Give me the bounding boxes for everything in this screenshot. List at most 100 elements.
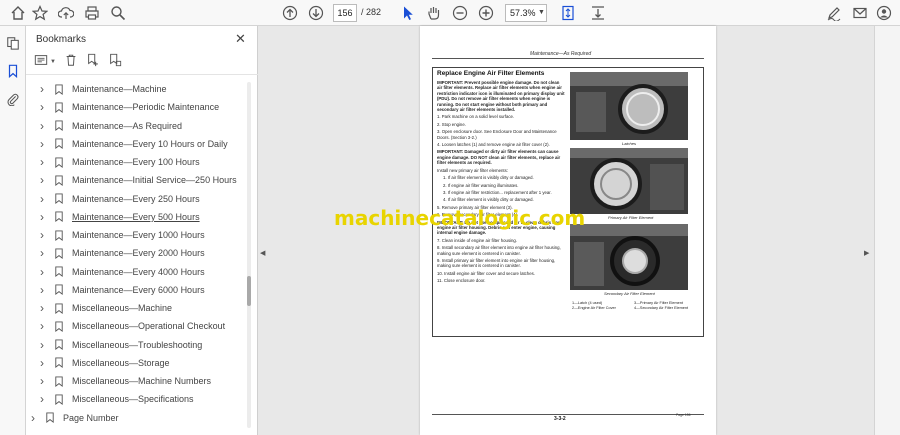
page-thumbnails-icon[interactable] (4, 34, 22, 52)
attachment-icon[interactable] (4, 90, 22, 108)
bookmark-icon[interactable] (4, 62, 22, 80)
search-icon[interactable] (108, 3, 128, 23)
footer-right: Page 156 (676, 413, 691, 417)
options-menu-icon[interactable] (34, 53, 48, 72)
bookmark-label[interactable]: Miscellaneous—Machine Numbers (72, 376, 211, 386)
procedure-step: 8. Install secondary air filter element … (437, 245, 561, 256)
chevron-right-icon[interactable]: › (40, 173, 50, 187)
procedure-step: 11. Close enclosure door. (437, 278, 486, 284)
left-tool-rail (0, 26, 26, 435)
bookmark-label[interactable]: Miscellaneous—Storage (72, 358, 170, 368)
bookmark-item[interactable]: › Miscellaneous—Specifications (26, 390, 246, 408)
close-icon[interactable]: ✕ (235, 31, 246, 47)
next-page-icon[interactable] (306, 3, 326, 23)
bookmark-item[interactable]: › Miscellaneous—Operational Checkout (26, 317, 246, 335)
page-number-input[interactable]: 156 (333, 4, 357, 22)
chevron-right-icon[interactable]: › (40, 301, 50, 315)
scroll-mode-icon[interactable] (588, 3, 608, 23)
account-icon[interactable] (874, 3, 894, 23)
watermark-text: machinecatalogic.com (334, 206, 586, 230)
sign-pen-icon[interactable] (824, 3, 844, 23)
bookmark-list: › Maintenance—Machine › Maintenance—Periodi… (26, 80, 246, 427)
mail-icon[interactable] (850, 3, 870, 23)
bookmark-label[interactable]: Maintenance—Every 250 Hours (72, 194, 200, 204)
bookmark-label[interactable]: Miscellaneous—Specifications (72, 394, 194, 404)
chevron-right-icon[interactable]: › (40, 338, 50, 352)
bookmark-label[interactable]: Miscellaneous—Machine (72, 303, 172, 313)
procedure-step: 7. Clean inside of engine air filter hou… (437, 237, 518, 243)
bookmark-label[interactable]: Maintenance—Initial Service—250 Hours (72, 175, 237, 185)
bookmark-item[interactable]: › Maintenance—Every 6000 Hours (26, 281, 246, 299)
chevron-right-icon[interactable]: › (40, 319, 50, 333)
bookmark-item[interactable]: › Miscellaneous—Machine Numbers (26, 372, 246, 390)
bookmark-label[interactable]: Maintenance—Every 6000 Hours (72, 285, 205, 295)
chevron-right-icon[interactable]: › (40, 374, 50, 388)
bookmark-item[interactable]: › Page Number (26, 409, 246, 427)
bookmark-label[interactable]: Miscellaneous—Operational Checkout (72, 321, 225, 331)
page-fit-icon[interactable] (558, 3, 578, 23)
bookmark-label[interactable]: Maintenance—Every 4000 Hours (72, 267, 205, 277)
bookmark-label[interactable]: Maintenance—Machine (72, 84, 167, 94)
bookmark-label[interactable]: Maintenance—Every 100 Hours (72, 157, 200, 167)
hand-tool-icon[interactable] (424, 3, 444, 23)
legend-item: 2—Engine Air Filter Cover (572, 305, 616, 310)
chevron-right-icon[interactable]: › (40, 283, 50, 297)
chevron-right-icon[interactable]: › (40, 392, 50, 406)
chevron-right-icon[interactable]: › (40, 119, 50, 133)
chevron-right-icon[interactable]: › (40, 82, 50, 96)
bookmark-item[interactable]: › Maintenance—As Required (26, 117, 246, 135)
chevron-down-icon[interactable]: ▼ (50, 59, 56, 65)
bookmark-item[interactable]: › Miscellaneous—Storage (26, 354, 246, 372)
bookmark-label[interactable]: Maintenance—As Required (72, 121, 182, 131)
bookmark-item[interactable]: › Maintenance—Every 4000 Hours (26, 263, 246, 281)
bookmark-icon (55, 248, 63, 259)
bookmark-icon (55, 138, 63, 150)
collapse-panel-left-icon[interactable]: ◀ (260, 249, 265, 257)
chevron-right-icon[interactable]: › (40, 100, 50, 114)
bookmark-item[interactable]: › Maintenance—Every 250 Hours (26, 190, 246, 208)
bookmark-label[interactable]: Maintenance—Every 500 Hours (72, 212, 200, 222)
bookmark-icon (55, 357, 63, 369)
bookmark-icon (55, 84, 63, 95)
print-icon[interactable] (82, 3, 102, 23)
zoom-in-icon[interactable] (476, 3, 496, 23)
chevron-right-icon[interactable]: › (40, 210, 50, 224)
tagged-bookmark-icon[interactable] (108, 53, 122, 72)
delete-bookmark-icon[interactable] (64, 53, 78, 72)
bookmark-item[interactable]: › Miscellaneous—Machine (26, 299, 246, 317)
star-icon[interactable] (30, 3, 50, 23)
chevron-right-icon[interactable]: › (40, 155, 50, 169)
bookmark-label[interactable]: Miscellaneous—Troubleshooting (72, 340, 202, 350)
chevron-right-icon[interactable]: › (40, 356, 50, 370)
scrollbar-thumb[interactable] (247, 276, 251, 306)
expand-right-icon[interactable]: ▶ (864, 249, 869, 257)
bookmark-item[interactable]: › Maintenance—Periodic Maintenance (26, 98, 246, 116)
bookmark-label[interactable]: Maintenance—Every 10 Hours or Daily (72, 139, 228, 149)
chevron-right-icon[interactable]: › (40, 265, 50, 279)
upload-cloud-icon[interactable] (56, 3, 76, 23)
bookmark-item[interactable]: › Maintenance—Every 2000 Hours (26, 244, 246, 262)
bookmark-item[interactable]: › Miscellaneous—Troubleshooting (26, 336, 246, 354)
previous-page-icon[interactable] (280, 3, 300, 23)
bookmark-icon (55, 157, 63, 168)
select-cursor-icon[interactable] (398, 3, 418, 23)
zoom-out-icon[interactable] (450, 3, 470, 23)
bookmark-item[interactable]: › Maintenance—Every 1000 Hours (26, 226, 246, 244)
bookmark-item[interactable]: › Maintenance—Every 100 Hours (26, 153, 246, 171)
bookmark-label[interactable]: Maintenance—Periodic Maintenance (72, 102, 219, 112)
bookmark-item[interactable]: › Maintenance—Every 500 Hours (26, 208, 246, 226)
chevron-right-icon[interactable]: › (31, 411, 41, 425)
chevron-right-icon[interactable]: › (40, 137, 50, 151)
add-bookmark-icon[interactable] (86, 53, 100, 72)
bookmark-item[interactable]: › Maintenance—Initial Service—250 Hours (26, 171, 246, 189)
bookmark-label[interactable]: Maintenance—Every 2000 Hours (72, 248, 205, 258)
chevron-right-icon[interactable]: › (40, 228, 50, 242)
bookmark-item[interactable]: › Maintenance—Every 10 Hours or Daily (26, 135, 246, 153)
bookmark-item[interactable]: › Maintenance—Machine (26, 80, 246, 98)
bookmark-label[interactable]: Maintenance—Every 1000 Hours (72, 230, 205, 240)
chevron-right-icon[interactable]: › (40, 192, 50, 206)
home-icon[interactable] (8, 3, 28, 23)
chevron-right-icon[interactable]: › (40, 246, 50, 260)
bookmark-label[interactable]: Page Number (63, 413, 119, 423)
scrollbar-track[interactable] (247, 82, 251, 428)
